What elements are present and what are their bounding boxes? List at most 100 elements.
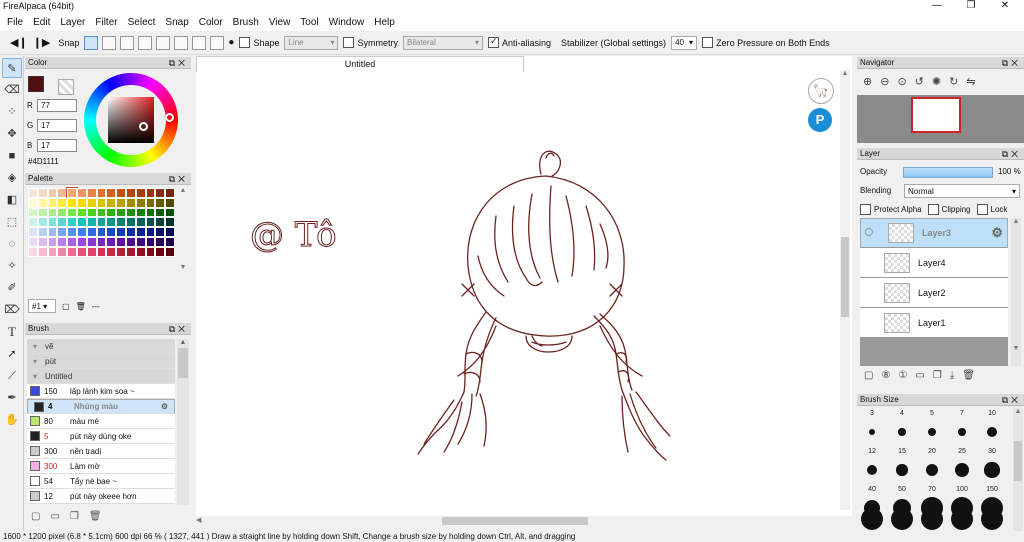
snap-radial-icon[interactable] xyxy=(156,35,171,50)
palette-swatch[interactable] xyxy=(155,188,166,198)
palette-swatch[interactable] xyxy=(76,246,87,257)
new-palette-icon[interactable]: ▢ xyxy=(62,302,70,311)
brush-size-preset[interactable] xyxy=(987,427,997,437)
palette-selector[interactable]: #1 ▾ xyxy=(28,299,56,313)
rotate-right-icon[interactable]: ↻ xyxy=(949,75,958,88)
palette-swatch[interactable] xyxy=(135,217,146,228)
duplicate-layer-icon[interactable]: ❐ xyxy=(933,370,942,381)
snap-off-icon[interactable] xyxy=(84,35,99,50)
palette-swatch[interactable] xyxy=(96,197,107,208)
brush-size-preset[interactable] xyxy=(896,464,908,476)
palette-swatch[interactable] xyxy=(135,236,146,247)
operation-tool-icon[interactable]: ➚ xyxy=(2,344,22,364)
panel-controls-icon[interactable]: ⧉✕ xyxy=(169,173,188,185)
chevron-down-icon[interactable]: ▾ xyxy=(33,372,37,381)
palette-swatch[interactable] xyxy=(125,246,136,257)
snap-dot-icon[interactable]: ● xyxy=(228,37,234,48)
layer-gear-icon[interactable]: ⚙ xyxy=(991,225,1003,241)
panel-controls-icon[interactable]: ⧉✕ xyxy=(1002,394,1021,406)
dot-tool-icon[interactable]: ⁘ xyxy=(2,102,22,122)
brush-group-row[interactable]: ▾ pút xyxy=(27,354,175,369)
palette-swatch[interactable] xyxy=(165,217,175,228)
layer-row-layer4[interactable]: Layer4 xyxy=(860,248,1008,278)
palette-swatch[interactable] xyxy=(96,207,107,218)
layer-list-scrollbar[interactable]: ▲ ▼ xyxy=(1011,218,1021,366)
protect-alpha-checkbox[interactable] xyxy=(860,204,871,215)
zoom-in-icon[interactable]: ⊕ xyxy=(863,75,872,88)
pixiv-icon[interactable]: P xyxy=(808,108,832,132)
palette-swatch[interactable] xyxy=(106,227,117,237)
document-tab[interactable]: Untitled xyxy=(196,56,524,72)
palette-swatch[interactable] xyxy=(67,207,77,218)
blending-select[interactable]: Normal ▾ xyxy=(904,184,1020,198)
saturation-value-square[interactable] xyxy=(108,97,154,143)
palette-swatch[interactable] xyxy=(155,246,166,257)
palette-swatch[interactable] xyxy=(28,188,38,198)
maximize-button[interactable]: ❐ xyxy=(954,0,988,13)
rotate-reset-icon[interactable]: ✺ xyxy=(932,75,941,88)
shape-checkbox[interactable] xyxy=(239,37,251,48)
minimize-button[interactable]: — xyxy=(920,0,954,13)
palette-swatch[interactable] xyxy=(57,207,68,218)
zoom-out-icon[interactable]: ⊖ xyxy=(880,75,889,88)
palette-swatch[interactable] xyxy=(145,236,156,247)
palette-swatch[interactable] xyxy=(76,217,87,228)
menu-snap[interactable]: Snap xyxy=(160,17,193,28)
green-input[interactable]: 17 xyxy=(37,119,77,132)
palette-swatch[interactable] xyxy=(86,197,97,208)
palette-swatch[interactable] xyxy=(86,207,97,218)
palette-swatch[interactable] xyxy=(47,227,58,237)
layer-visibility-icon[interactable] xyxy=(865,228,873,236)
new-folder-icon[interactable]: ▭ xyxy=(915,370,924,381)
palette-swatch[interactable] xyxy=(145,188,156,198)
palette-swatch[interactable] xyxy=(76,236,87,247)
palette-swatch[interactable] xyxy=(96,188,107,198)
zero-pressure-checkbox[interactable] xyxy=(702,37,714,48)
close-button[interactable]: ✕ xyxy=(988,0,1022,13)
snap-settings-icon[interactable] xyxy=(210,35,225,50)
palette-swatch[interactable] xyxy=(37,188,48,198)
palette-swatch[interactable] xyxy=(106,188,117,198)
palette-swatch[interactable] xyxy=(145,246,156,257)
palette-swatch[interactable] xyxy=(47,236,58,247)
primary-color-swatch[interactable] xyxy=(28,76,44,92)
layer-row-layer3[interactable]: Layer3 ⚙ xyxy=(860,218,1008,248)
menu-color[interactable]: Color xyxy=(194,17,228,28)
palette-swatch[interactable] xyxy=(165,246,175,257)
brush-size-preset[interactable] xyxy=(981,508,1003,530)
palette-swatch[interactable] xyxy=(96,236,107,247)
palette-swatch[interactable] xyxy=(135,188,146,198)
palette-swatch[interactable] xyxy=(116,236,126,247)
rotate-left-icon[interactable]: ↺ xyxy=(915,75,924,88)
snap-circle-icon[interactable] xyxy=(174,35,189,50)
palette-swatch[interactable] xyxy=(57,188,68,198)
palette-swatch[interactable] xyxy=(86,217,97,228)
brush-size-preset[interactable] xyxy=(925,463,939,477)
brush-size-preset[interactable] xyxy=(891,508,913,530)
palette-scrollbar[interactable]: ▲ ▼ xyxy=(178,187,188,293)
palette-swatch[interactable] xyxy=(106,207,117,218)
palette-swatch[interactable] xyxy=(125,207,136,218)
palette-swatch[interactable] xyxy=(47,188,58,198)
new-brush-icon[interactable]: ▢ xyxy=(31,511,40,522)
canvas-vertical-scrollbar[interactable]: ▲ xyxy=(840,70,850,510)
palette-swatch[interactable] xyxy=(106,246,117,257)
select-pen-tool-icon[interactable]: ✐ xyxy=(2,278,22,298)
palette-swatch[interactable] xyxy=(57,197,68,208)
menu-file[interactable]: File xyxy=(2,17,28,28)
palette-swatch[interactable] xyxy=(116,207,126,218)
eyedropper-tool-icon[interactable]: ✒ xyxy=(2,388,22,408)
clipping-checkbox[interactable] xyxy=(927,204,939,215)
canvas-horizontal-scrollbar[interactable]: ◀ xyxy=(196,516,852,526)
brush-size-preset[interactable] xyxy=(861,508,883,530)
palette-swatch[interactable] xyxy=(165,207,175,218)
menu-help[interactable]: Help xyxy=(369,17,400,28)
palette-swatch[interactable] xyxy=(86,246,97,257)
menu-window[interactable]: Window xyxy=(324,17,370,28)
brush-list-scrollbar[interactable]: ▲ xyxy=(177,339,189,505)
brush-tool-icon[interactable]: ✎ xyxy=(2,58,22,78)
gradient-tool-icon[interactable]: ◧ xyxy=(2,190,22,210)
select-eraser-tool-icon[interactable]: ⌦ xyxy=(2,300,22,320)
palette-swatch[interactable] xyxy=(47,197,58,208)
palette-swatch[interactable] xyxy=(28,246,38,257)
